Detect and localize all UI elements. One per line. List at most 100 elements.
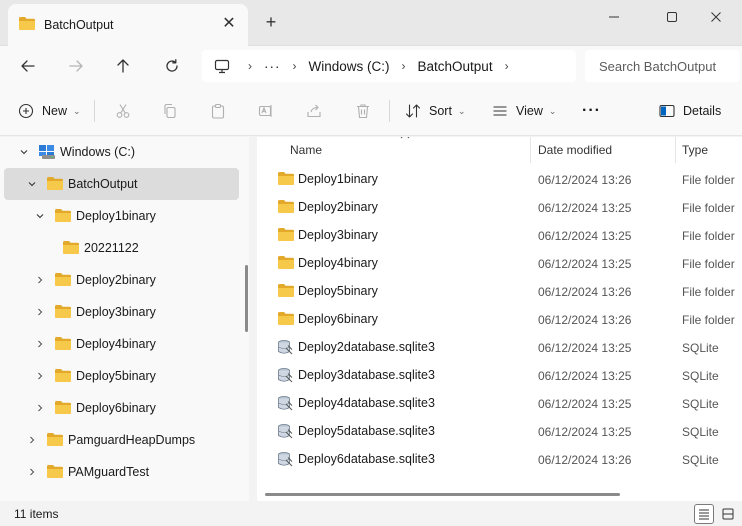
file-date-modified: 06/12/2024 13:26	[538, 173, 632, 187]
nav-item-20221122[interactable]: 20221122	[4, 232, 239, 264]
new-tab-button[interactable]: +	[261, 12, 281, 32]
breadcrumb-overflow[interactable]: ···	[264, 59, 281, 74]
nav-item-deploy6binary[interactable]: Deploy6binary	[4, 392, 239, 424]
details-view-icon	[699, 509, 709, 520]
file-row[interactable]: Deploy3database.sqlite3 06/12/2024 13:25 S…	[257, 361, 742, 389]
maximize-icon[interactable]	[654, 6, 690, 28]
details-pane-icon	[659, 104, 675, 118]
forward-button[interactable]	[62, 54, 90, 78]
breadcrumb-chevron-icon[interactable]: ›	[293, 59, 297, 73]
chevron-down-icon[interactable]	[18, 146, 30, 158]
nav-item-deploy3binary[interactable]: Deploy3binary	[4, 296, 239, 328]
search-input[interactable]: Search BatchOutput	[585, 50, 740, 82]
file-type: File folder	[682, 173, 735, 187]
file-date-modified: 06/12/2024 13:25	[538, 341, 632, 355]
breadcrumb-chevron-icon[interactable]: ›	[248, 59, 252, 73]
file-date-modified: 06/12/2024 13:25	[538, 369, 632, 383]
up-button[interactable]	[109, 54, 137, 78]
column-divider[interactable]	[530, 137, 531, 163]
delete-button[interactable]	[355, 98, 371, 124]
copy-button[interactable]	[162, 98, 178, 124]
file-row[interactable]: Deploy3binary 06/12/2024 13:25 File folder	[257, 221, 742, 249]
chevron-right-icon[interactable]	[26, 466, 38, 478]
arrow-left-icon	[21, 60, 35, 72]
refresh-icon	[166, 59, 178, 72]
chevron-right-icon[interactable]	[34, 402, 46, 414]
nav-item-pamguardtest[interactable]: PAMguardTest	[4, 456, 239, 488]
chevron-right-icon[interactable]	[34, 370, 46, 382]
paste-button[interactable]	[210, 98, 226, 124]
horizontal-scrollbar[interactable]	[265, 493, 620, 496]
nav-item-pamguardheapdumps[interactable]: PamguardHeapDumps	[4, 424, 239, 456]
database-icon	[277, 423, 293, 442]
cut-button[interactable]	[115, 98, 131, 124]
new-button[interactable]: New ⌄	[18, 98, 81, 124]
file-name: Deploy1binary	[298, 172, 378, 186]
tiles-view-button[interactable]	[718, 504, 738, 524]
nav-item-windows-c[interactable]: Windows (C:)	[4, 137, 239, 168]
share-button[interactable]	[306, 98, 322, 124]
breadcrumb-windows-c[interactable]: Windows (C:)	[309, 59, 390, 74]
nav-item-label: Deploy6binary	[76, 401, 156, 415]
file-row[interactable]: Deploy4database.sqlite3 06/12/2024 13:25 S…	[257, 389, 742, 417]
file-date-modified: 06/12/2024 13:25	[538, 425, 632, 439]
database-icon	[277, 339, 293, 358]
breadcrumb-batchoutput[interactable]: BatchOutput	[418, 59, 493, 74]
nav-item-deploy2binary[interactable]: Deploy2binary	[4, 264, 239, 296]
close-icon[interactable]	[698, 6, 734, 28]
plus-circle-icon	[18, 103, 34, 119]
back-button[interactable]	[14, 54, 42, 78]
chevron-right-icon[interactable]	[34, 306, 46, 318]
nav-item-batchoutput[interactable]: BatchOutput	[4, 168, 239, 200]
address-bar[interactable]: › ··· › Windows (C:) › BatchOutput ›	[202, 50, 576, 82]
status-bar: 11 items	[0, 501, 742, 526]
file-name: Deploy4binary	[298, 256, 378, 270]
close-tab-icon[interactable]: ✕	[220, 15, 238, 33]
view-button[interactable]: View ⌄	[492, 98, 556, 124]
file-row[interactable]: Deploy2database.sqlite3 06/12/2024 13:25 S…	[257, 333, 742, 361]
file-row[interactable]: Deploy4binary 06/12/2024 13:25 File folder	[257, 249, 742, 277]
nav-item-deploy5binary[interactable]: Deploy5binary	[4, 360, 239, 392]
tab-batchoutput[interactable]: BatchOutput ✕	[8, 4, 248, 46]
computer-icon[interactable]	[214, 59, 230, 74]
nav-scrollbar[interactable]	[245, 265, 248, 332]
minimize-icon[interactable]	[596, 6, 632, 28]
file-date-modified: 06/12/2024 13:25	[538, 201, 632, 215]
nav-item-label: Deploy3binary	[76, 305, 156, 319]
column-header-type[interactable]: Type	[682, 137, 708, 163]
details-label: Details	[683, 104, 722, 118]
file-row[interactable]: Deploy1binary 06/12/2024 13:26 File folder	[257, 165, 742, 193]
chevron-right-icon[interactable]	[26, 434, 38, 446]
more-options-button[interactable]: ···	[582, 98, 601, 124]
chevron-down-icon[interactable]	[26, 178, 38, 190]
file-row[interactable]: Deploy5binary 06/12/2024 13:26 File folder	[257, 277, 742, 305]
file-row[interactable]: Deploy5database.sqlite3 06/12/2024 13:25 S…	[257, 417, 742, 445]
folder-icon	[46, 432, 64, 450]
file-row[interactable]: Deploy2binary 06/12/2024 13:25 File folder	[257, 193, 742, 221]
file-date-modified: 06/12/2024 13:26	[538, 453, 632, 467]
nav-item-label: Windows (C:)	[60, 145, 136, 159]
folder-icon	[277, 255, 295, 273]
details-pane-button[interactable]: Details	[659, 98, 721, 124]
file-row[interactable]: Deploy6binary 06/12/2024 13:26 File folder	[257, 305, 742, 333]
rename-button[interactable]	[258, 98, 274, 124]
chevron-right-icon[interactable]	[34, 338, 46, 350]
chevron-right-icon[interactable]	[34, 274, 46, 286]
refresh-button[interactable]	[158, 54, 186, 78]
nav-item-deploy1binary[interactable]: Deploy1binary	[4, 200, 239, 232]
breadcrumb-chevron-icon[interactable]: ›	[402, 59, 406, 73]
sort-button[interactable]: Sort ⌄	[405, 98, 465, 124]
chevron-down-icon[interactable]	[34, 210, 46, 222]
column-divider[interactable]	[675, 137, 676, 163]
breadcrumb-chevron-icon[interactable]: ›	[505, 59, 509, 73]
details-view-button[interactable]	[694, 504, 714, 524]
file-type: File folder	[682, 285, 735, 299]
file-row[interactable]: Deploy6database.sqlite3 06/12/2024 13:26 S…	[257, 445, 742, 473]
nav-item-label: 20221122	[84, 241, 139, 255]
file-date-modified: 06/12/2024 13:25	[538, 397, 632, 411]
column-header-name[interactable]: Name	[290, 137, 322, 163]
file-type: SQLite	[682, 397, 719, 411]
column-header-date[interactable]: Date modified	[538, 137, 612, 163]
folder-icon	[54, 304, 72, 322]
nav-item-deploy4binary[interactable]: Deploy4binary	[4, 328, 239, 360]
